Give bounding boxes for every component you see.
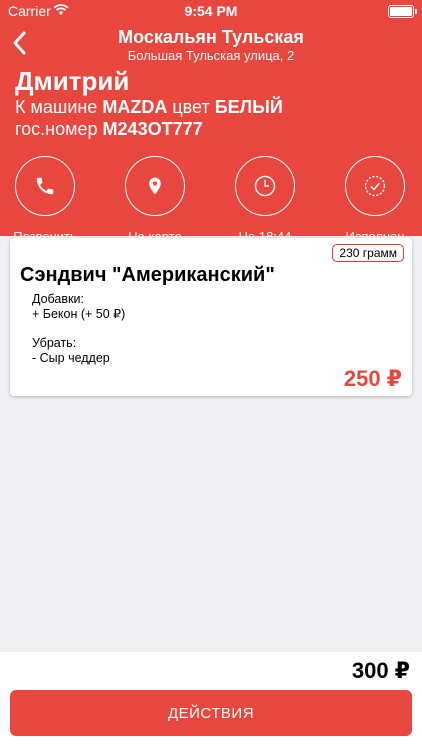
actions-button[interactable]: ДЕЙСТВИЯ (10, 690, 412, 736)
complete-circle[interactable] (345, 156, 405, 216)
call-button[interactable]: Позвонить (0, 156, 90, 244)
call-circle[interactable] (15, 156, 75, 216)
complete-button[interactable]: Исполнен (330, 156, 420, 244)
time-button[interactable]: На 18:44 (220, 156, 310, 244)
map-pin-icon (149, 177, 161, 195)
item-name: Сэндвич "Американский" (20, 264, 275, 286)
map-circle[interactable] (125, 156, 185, 216)
removal-item: - Сыр чеддер (32, 351, 110, 365)
clock-icon (254, 175, 276, 197)
title-block: Москальян Тульская Большая Тульская улиц… (60, 26, 362, 64)
map-button[interactable]: На карте (110, 156, 200, 244)
footer: 300 ₽ ДЕЙСТВИЯ (0, 652, 422, 750)
page-subtitle: Большая Тульская улица, 2 (127, 48, 295, 63)
car-color: БЕЛЫЙ (214, 97, 283, 117)
car-prefix: К машине (15, 97, 98, 117)
removals-title: Убрать: (32, 336, 77, 350)
header: Carrier 9:54 PM Москальян Тульская Больш… (0, 0, 422, 244)
battery-icon (388, 5, 417, 18)
order-total: 300 ₽ (351, 658, 410, 683)
check-circle-icon (364, 175, 386, 197)
customer-name: Дмитрий (15, 66, 130, 96)
car-color-prefix: цвет (172, 97, 210, 117)
back-button[interactable] (10, 30, 34, 58)
item-modifiers: Добавки: + Бекон (+ 50 ₽) Убрать: - Сыр … (32, 292, 125, 366)
status-bar: Carrier 9:54 PM (0, 0, 422, 22)
order-item-card[interactable]: 230 грамм Сэндвич "Американский" Добавки… (10, 238, 412, 396)
page-title: Москальян Тульская (118, 27, 304, 47)
item-price: 250 ₽ (343, 366, 402, 391)
plate-prefix: гос.номер (15, 119, 98, 139)
car-info: К машине MAZDA цвет БЕЛЫЙ (15, 96, 283, 118)
additions-title: Добавки: (32, 292, 84, 306)
weight-badge: 230 грамм (332, 244, 404, 262)
chevron-left-icon (13, 31, 26, 55)
time-circle[interactable] (235, 156, 295, 216)
car-brand: MAZDA (102, 97, 168, 117)
status-time: 9:54 PM (184, 3, 238, 19)
addition-item: + Бекон (+ 50 ₽) (32, 307, 126, 321)
plate-info: гос.номер М243ОТ777 (15, 118, 203, 140)
phone-icon (36, 177, 54, 195)
plate-number: М243ОТ777 (102, 119, 203, 139)
